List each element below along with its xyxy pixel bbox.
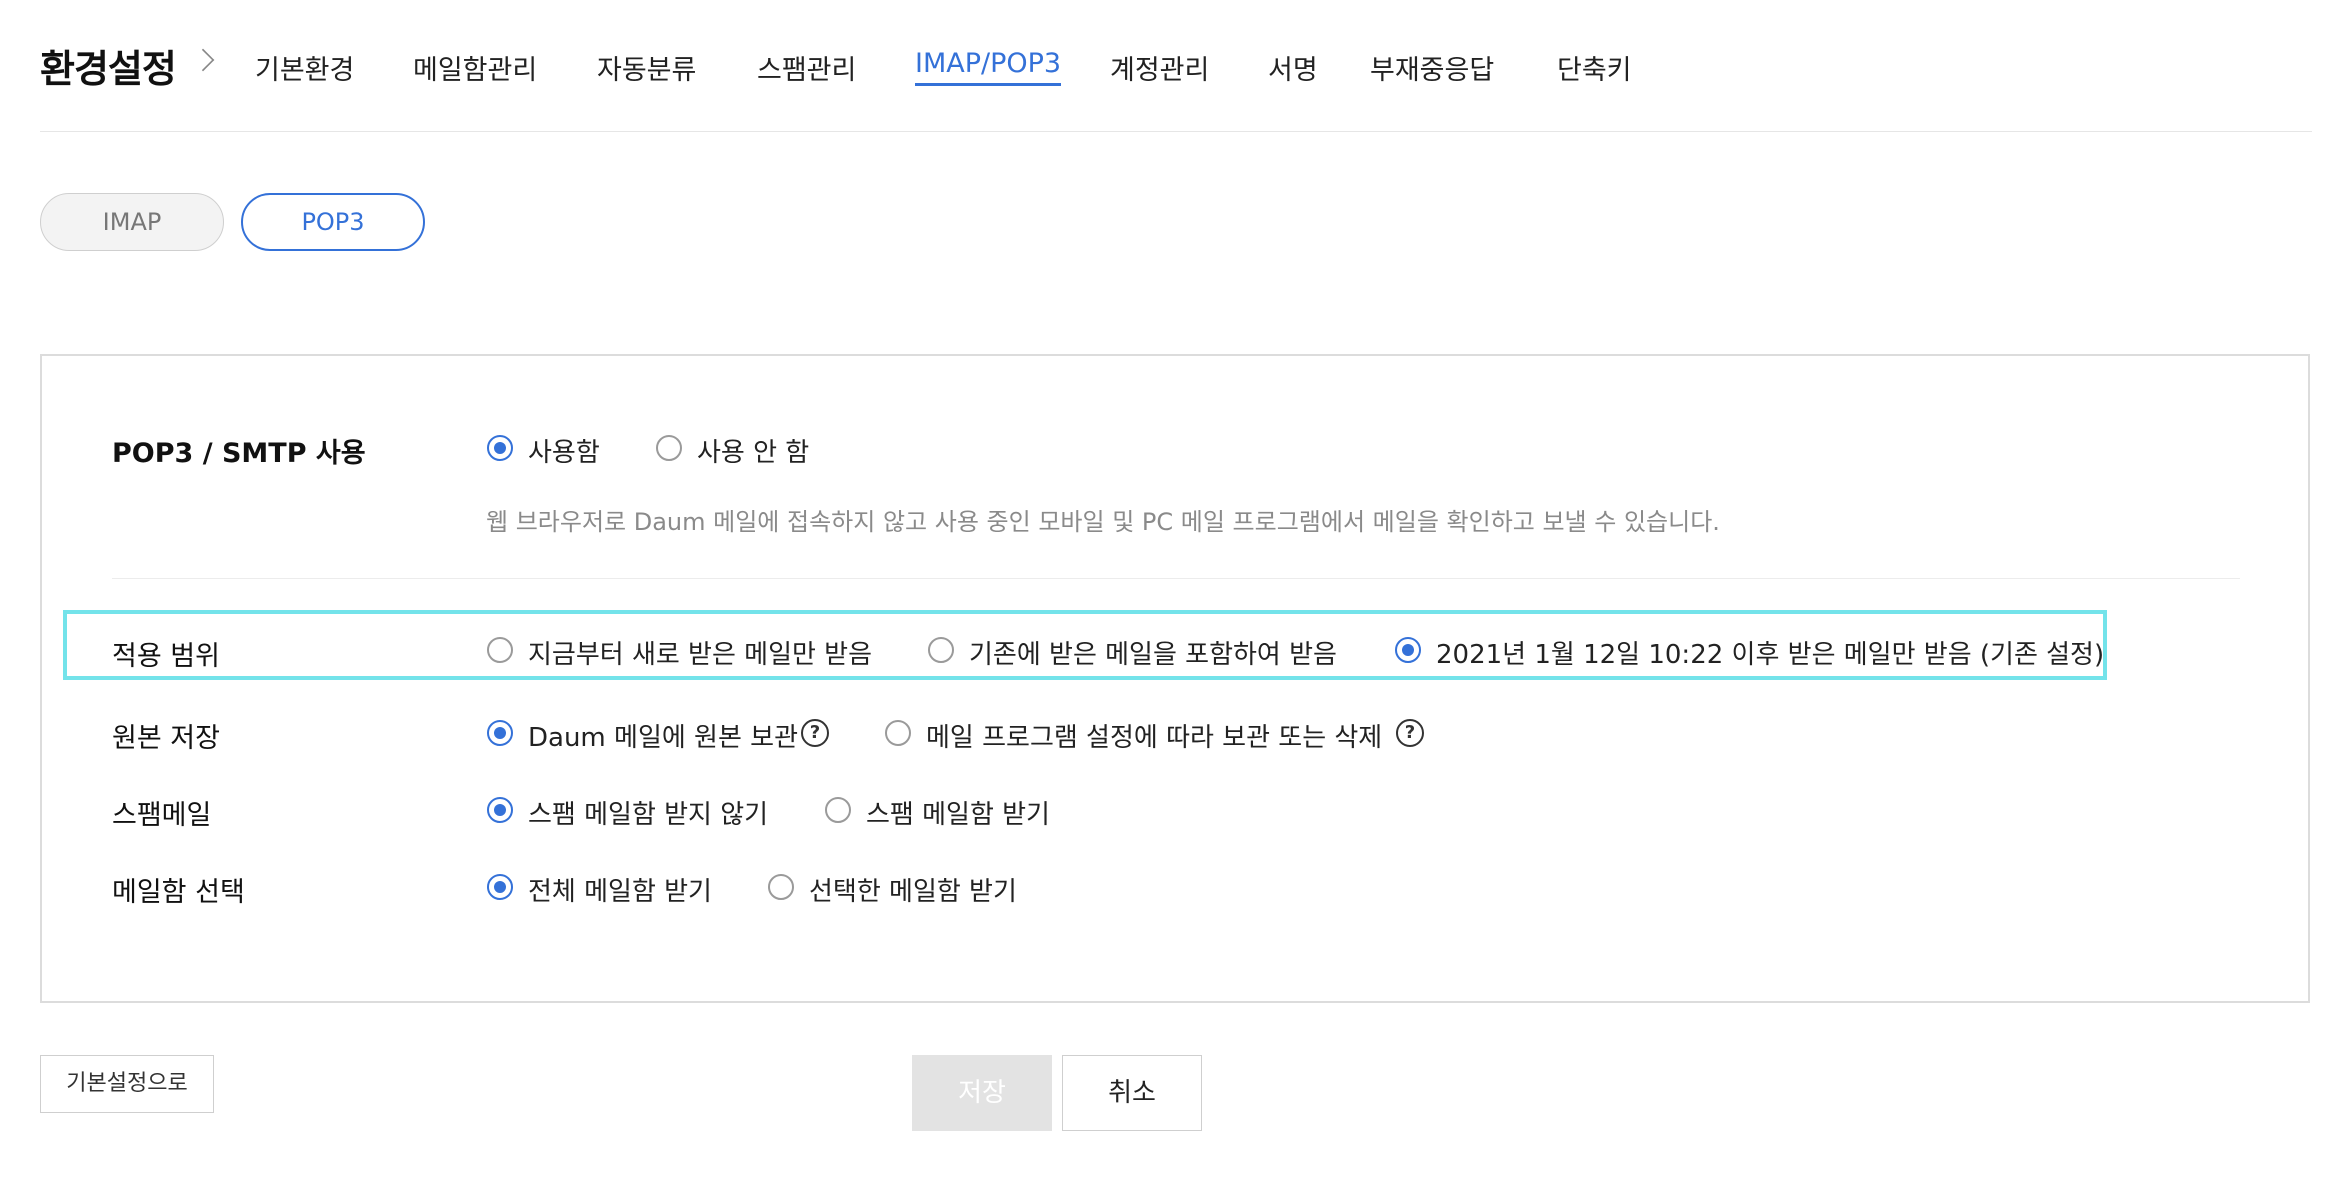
spam-include-label[interactable]: 스팸 메일함 받기 xyxy=(866,794,1050,831)
subtab-pop3[interactable]: POP3 xyxy=(241,193,425,251)
subtab-imap[interactable]: IMAP xyxy=(40,193,224,251)
tab-account[interactable]: 계정관리 xyxy=(1110,48,1209,87)
original-follow-program-radio[interactable] xyxy=(885,720,911,746)
pop3-smtp-enable-label[interactable]: 사용함 xyxy=(528,432,600,469)
tab-shortcuts[interactable]: 단축키 xyxy=(1557,48,1632,87)
original-keep-radio[interactable] xyxy=(487,720,513,746)
scope-since-date-radio[interactable] xyxy=(1395,637,1421,663)
mailbox-selected-radio[interactable] xyxy=(768,874,794,900)
scope-since-date-label[interactable]: 2021년 1월 12일 10:22 이후 받은 메일만 받음 (기존 설정) xyxy=(1436,634,2104,671)
scope-label: 적용 범위 xyxy=(112,641,220,672)
cancel-button[interactable]: 취소 xyxy=(1062,1055,1202,1131)
scope-include-existing-label[interactable]: 기존에 받은 메일을 포함하여 받음 xyxy=(969,634,1337,671)
original-follow-program-label[interactable]: 메일 프로그램 설정에 따라 보관 또는 삭제 xyxy=(926,717,1382,754)
help-icon[interactable]: ? xyxy=(801,719,829,747)
spam-exclude-label[interactable]: 스팸 메일함 받지 않기 xyxy=(528,794,768,831)
spam-include-radio[interactable] xyxy=(825,797,851,823)
page-title: 환경설정 xyxy=(40,47,177,91)
pop3-smtp-disable-label[interactable]: 사용 안 함 xyxy=(697,432,809,469)
scope-new-only-radio[interactable] xyxy=(487,637,513,663)
spam-label: 스팸메일 xyxy=(112,800,212,831)
mailbox-selected-label[interactable]: 선택한 메일함 받기 xyxy=(809,871,1017,908)
pop3-smtp-description: 웹 브라우저로 Daum 메일에 접속하지 않고 사용 중인 모바일 및 PC … xyxy=(486,508,1720,536)
tab-mailbox[interactable]: 메일함관리 xyxy=(413,48,537,87)
pop3-smtp-disable-radio[interactable] xyxy=(656,435,682,461)
original-label: 원본 저장 xyxy=(112,723,220,754)
mailbox-all-label[interactable]: 전체 메일함 받기 xyxy=(528,871,712,908)
tab-auto-sort[interactable]: 자동분류 xyxy=(597,48,696,87)
reset-default-button[interactable]: 기본설정으로 xyxy=(40,1055,214,1113)
tab-imap-pop3[interactable]: IMAP/POP3 xyxy=(915,48,1062,86)
scope-new-only-label[interactable]: 지금부터 새로 받은 메일만 받음 xyxy=(528,634,872,671)
mailbox-label: 메일함 선택 xyxy=(112,877,245,908)
original-keep-label[interactable]: Daum 메일에 원본 보관 xyxy=(528,717,798,754)
tab-auto-reply[interactable]: 부재중응답 xyxy=(1370,48,1494,87)
save-button[interactable]: 저장 xyxy=(912,1055,1052,1131)
help-icon[interactable]: ? xyxy=(1396,719,1424,747)
chevron-right-icon xyxy=(191,48,215,72)
pop3-smtp-enable-radio[interactable] xyxy=(487,435,513,461)
scope-include-existing-radio[interactable] xyxy=(928,637,954,663)
pop3-smtp-label: POP3 / SMTP 사용 xyxy=(112,438,366,469)
mailbox-all-radio[interactable] xyxy=(487,874,513,900)
top-navigation: 환경설정 기본환경 메일함관리 자동분류 스팸관리 IMAP/POP3 계정관리… xyxy=(40,0,2312,132)
tab-signature[interactable]: 서명 xyxy=(1268,48,1318,87)
tab-basic[interactable]: 기본환경 xyxy=(255,48,354,87)
divider xyxy=(112,578,2240,579)
spam-exclude-radio[interactable] xyxy=(487,797,513,823)
tab-spam[interactable]: 스팸관리 xyxy=(757,48,856,87)
